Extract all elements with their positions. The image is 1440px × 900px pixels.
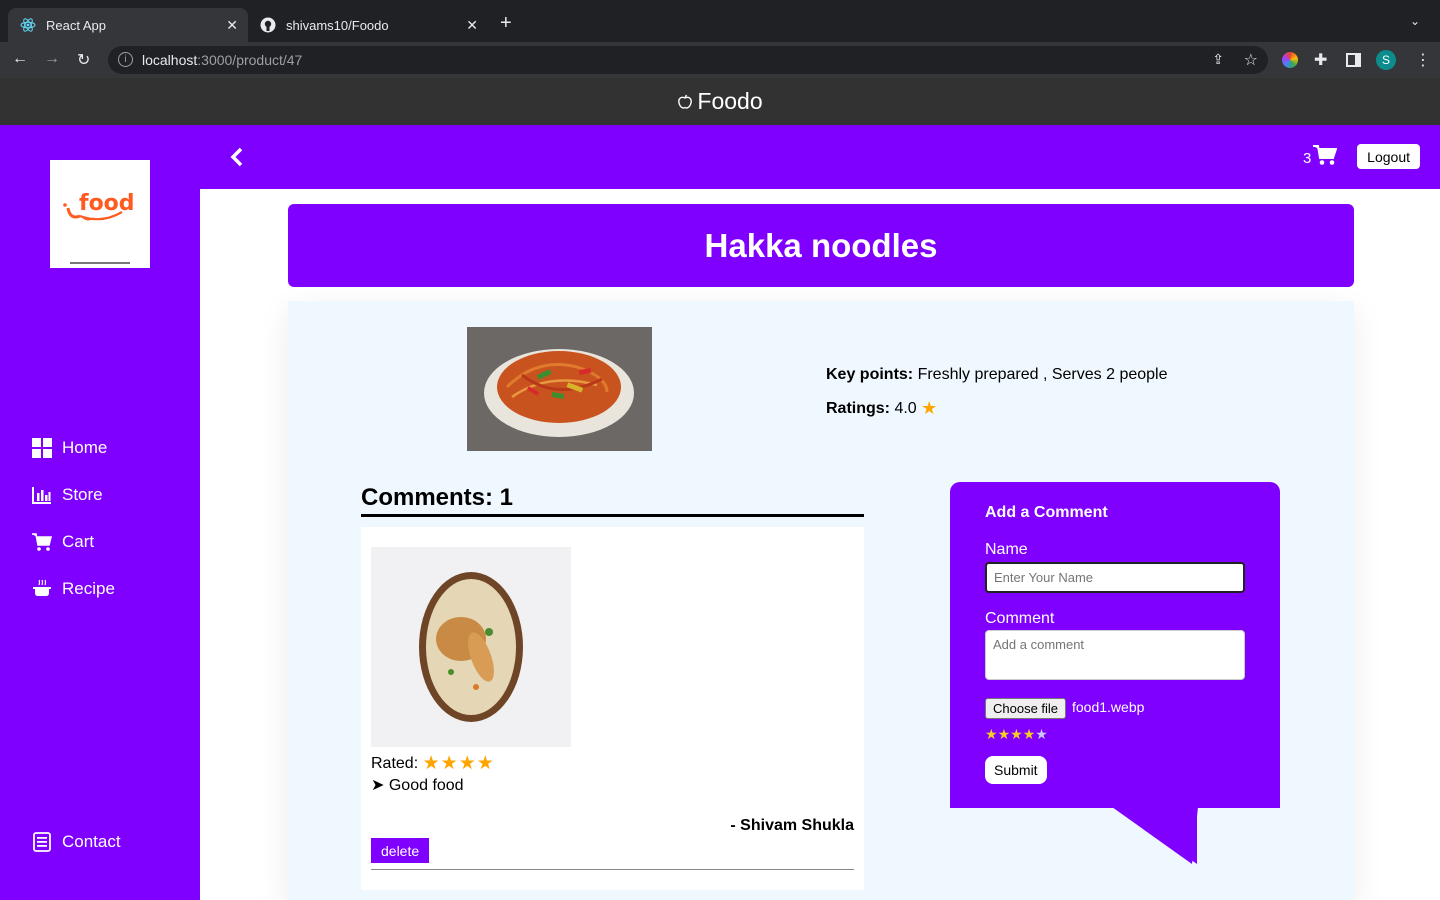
sidebar-item-home[interactable]: Home <box>32 438 107 458</box>
rated-label: Rated: <box>371 754 419 772</box>
close-icon[interactable]: ✕ <box>226 17 238 34</box>
sidebar-item-label: Store <box>62 485 103 504</box>
svg-text:food: food <box>79 191 135 216</box>
reload-icon[interactable]: ↻ <box>77 50 90 70</box>
top-bar: 3 Logout <box>200 125 1440 189</box>
product-title: Hakka noodles <box>704 226 938 264</box>
url-host: localhost <box>142 52 198 68</box>
star-icon[interactable]: ★ <box>1010 726 1023 743</box>
speech-bubble-tail-shape <box>1112 807 1198 864</box>
apple-icon <box>677 94 693 110</box>
submit-button[interactable]: Submit <box>985 756 1047 784</box>
grid-icon <box>32 438 52 458</box>
browser-tab-react-app[interactable]: React App ✕ <box>8 8 248 42</box>
sidebar-item-recipe[interactable]: Recipe <box>32 579 115 599</box>
tab-label: React App <box>46 17 106 33</box>
profile-avatar[interactable]: S <box>1376 50 1396 70</box>
contact-icon <box>32 832 52 852</box>
name-label: Name <box>985 541 1028 558</box>
key-points-label: Key points: <box>826 366 914 383</box>
share-icon[interactable]: ⇪ <box>1212 51 1224 68</box>
product-title-banner: Hakka noodles <box>288 204 1354 287</box>
browser-tab-github[interactable]: shivams10/Foodo ✕ <box>248 8 488 42</box>
kebab-menu-icon[interactable]: ⋮ <box>1415 50 1431 70</box>
side-panel-icon[interactable] <box>1346 53 1361 67</box>
react-icon <box>20 17 36 33</box>
github-icon <box>260 17 276 33</box>
comment-rating: Rated: ★ ★ ★ ★ <box>371 752 494 775</box>
key-points-value: Freshly prepared , Serves 2 people <box>917 366 1168 383</box>
sidebar-item-label: Recipe <box>62 579 115 598</box>
back-arrow-icon[interactable]: ← <box>12 50 28 68</box>
name-input[interactable] <box>985 562 1245 593</box>
star-icon[interactable]: ★ <box>1023 726 1036 743</box>
sidebar-item-label: Contact <box>62 832 121 851</box>
ratings-value: 4.0 <box>894 399 917 417</box>
sidebar: food food Home Store Cart Recipe <box>0 125 200 900</box>
comment-text: ➤ Good food <box>371 777 464 794</box>
back-chevron-icon[interactable] <box>230 147 244 172</box>
choose-file-button[interactable]: Choose file <box>985 698 1067 719</box>
sidebar-item-cart[interactable]: Cart <box>32 532 94 552</box>
comment-textarea[interactable] <box>985 630 1245 680</box>
sidebar-item-contact[interactable]: Contact <box>32 832 121 852</box>
star-icon: ★ <box>458 753 476 774</box>
color-extension-icon[interactable] <box>1282 52 1298 68</box>
cart-icon[interactable] <box>1313 144 1338 171</box>
cart-icon <box>32 532 52 552</box>
logout-button[interactable]: Logout <box>1357 144 1420 169</box>
star-icon: ★ <box>422 753 440 774</box>
chevron-down-icon[interactable]: ⌄ <box>1410 14 1420 28</box>
comment-label: Comment <box>985 610 1055 627</box>
star-icon[interactable]: ★ <box>985 726 998 743</box>
tab-label: shivams10/Foodo <box>286 17 389 33</box>
star-empty-icon[interactable]: ★ <box>1035 726 1048 743</box>
sidebar-item-store[interactable]: Store <box>32 485 103 505</box>
comment-image <box>371 547 571 747</box>
add-comment-form: Add a Comment Name Comment Choose file f… <box>950 482 1280 808</box>
rating-input[interactable]: ★ ★ ★ ★ ★ <box>985 726 1048 743</box>
sidebar-item-label: Cart <box>62 532 95 551</box>
food-logo[interactable]: food food <box>50 160 150 268</box>
cart-count: 3 <box>1303 150 1312 167</box>
star-icon[interactable]: ★ <box>998 726 1011 743</box>
comments-heading: Comments: 1 <box>361 484 864 517</box>
info-icon[interactable]: i <box>118 52 133 67</box>
delete-comment-button[interactable]: delete <box>371 838 430 863</box>
star-icon: ★ <box>921 398 938 418</box>
address-bar[interactable]: i localhost:3000/product/47 ⇪ ☆ <box>108 46 1268 74</box>
browser-tab-strip: React App ✕ shivams10/Foodo ✕ + ⌄ <box>0 0 1440 42</box>
product-image <box>467 327 652 451</box>
bookmark-star-icon[interactable]: ☆ <box>1244 50 1258 70</box>
comment-author: - Shivam Shukla <box>730 817 854 834</box>
app-title: Foodo <box>697 88 763 114</box>
divider <box>371 869 854 870</box>
forward-arrow-icon[interactable]: → <box>44 50 60 68</box>
cooking-pot-icon <box>32 579 52 599</box>
puzzle-extensions-icon[interactable]: ✚ <box>1314 50 1327 70</box>
sidebar-item-label: Home <box>62 438 108 457</box>
ratings-label: Ratings: <box>826 399 890 417</box>
comment-card: Rated: ★ ★ ★ ★ ➤ Good food - Shivam Shuk… <box>361 527 864 890</box>
star-icon: ★ <box>440 753 458 774</box>
star-icon: ★ <box>476 753 494 774</box>
add-comment-title: Add a Comment <box>985 504 1108 521</box>
bar-chart-icon <box>32 485 52 505</box>
browser-toolbar: ← → ↻ i localhost:3000/product/47 ⇪ ☆ ✚ … <box>0 42 1440 78</box>
url-path: :3000/product/47 <box>197 52 303 68</box>
ratings: Ratings: 4.0 ★ <box>826 398 937 419</box>
app-header: Foodo <box>0 78 1440 125</box>
close-icon[interactable]: ✕ <box>466 17 478 34</box>
file-name: food1.webp <box>1072 699 1145 715</box>
new-tab-icon[interactable]: + <box>500 12 512 35</box>
key-points: Key points: Freshly prepared , Serves 2 … <box>826 366 1168 384</box>
